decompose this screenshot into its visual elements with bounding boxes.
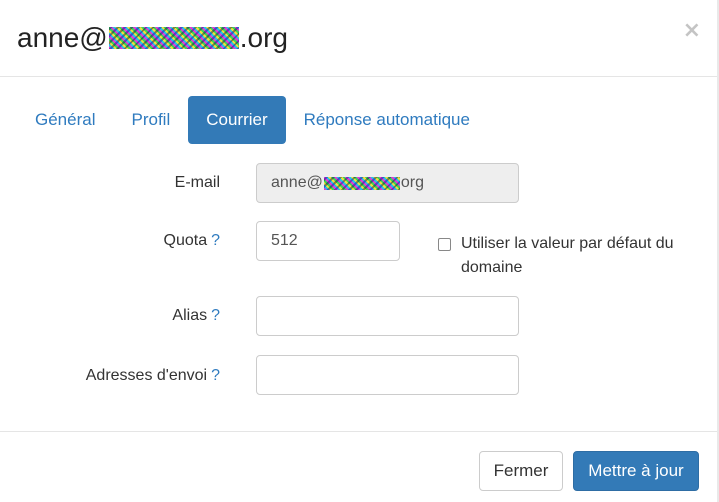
close-icon[interactable]: × (683, 20, 701, 42)
send-addresses-label-text: Adresses d'envoi (85, 367, 208, 384)
tab-mail[interactable]: Courrier (188, 96, 286, 144)
title-prefix: anne@ (17, 22, 108, 53)
tab-bar: Général Profil Courrier Réponse automati… (17, 96, 488, 144)
quota-help-icon[interactable]: ? (211, 232, 220, 249)
use-default-option: Utiliser la valeur par défaut du domaine (438, 232, 698, 280)
tab-profile[interactable]: Profil (113, 96, 188, 144)
send-addresses-help-icon[interactable]: ? (211, 367, 220, 384)
alias-label-text: Alias (172, 307, 208, 324)
send-addresses-input[interactable] (256, 355, 519, 395)
title-suffix: .org (239, 22, 288, 53)
email-label-text: E-mail (174, 174, 220, 191)
quota-input[interactable]: 512 (256, 221, 400, 261)
redacted-domain (108, 27, 239, 49)
dialog-title: anne@ .org (17, 22, 288, 54)
email-label: E-mail (175, 174, 220, 192)
dialog-footer: Fermer Mettre à jour (0, 431, 719, 502)
update-button[interactable]: Mettre à jour (573, 451, 699, 491)
quota-value: 512 (271, 232, 298, 249)
edit-account-dialog: anne@ .org × Général Profil Courrier Rép… (0, 0, 719, 502)
use-default-checkbox[interactable] (438, 238, 451, 251)
send-addresses-label: Adresses d'envoi? (86, 367, 220, 385)
alias-help-icon[interactable]: ? (211, 307, 220, 324)
email-value-suffix: org (400, 174, 424, 191)
quota-label: Quota? (164, 232, 221, 250)
alias-label: Alias? (172, 307, 220, 325)
tab-auto-reply[interactable]: Réponse automatique (286, 96, 488, 144)
email-value-prefix: anne@ (271, 174, 323, 191)
dialog-header: anne@ .org × (0, 0, 719, 77)
redacted-email-domain (323, 176, 400, 190)
tab-general[interactable]: Général (17, 96, 113, 144)
quota-label-text: Quota (163, 232, 208, 249)
close-button[interactable]: Fermer (479, 451, 563, 491)
alias-input[interactable] (256, 296, 519, 336)
use-default-label[interactable]: Utiliser la valeur par défaut du domaine (461, 232, 698, 280)
email-field[interactable]: anne@ org (256, 163, 519, 203)
